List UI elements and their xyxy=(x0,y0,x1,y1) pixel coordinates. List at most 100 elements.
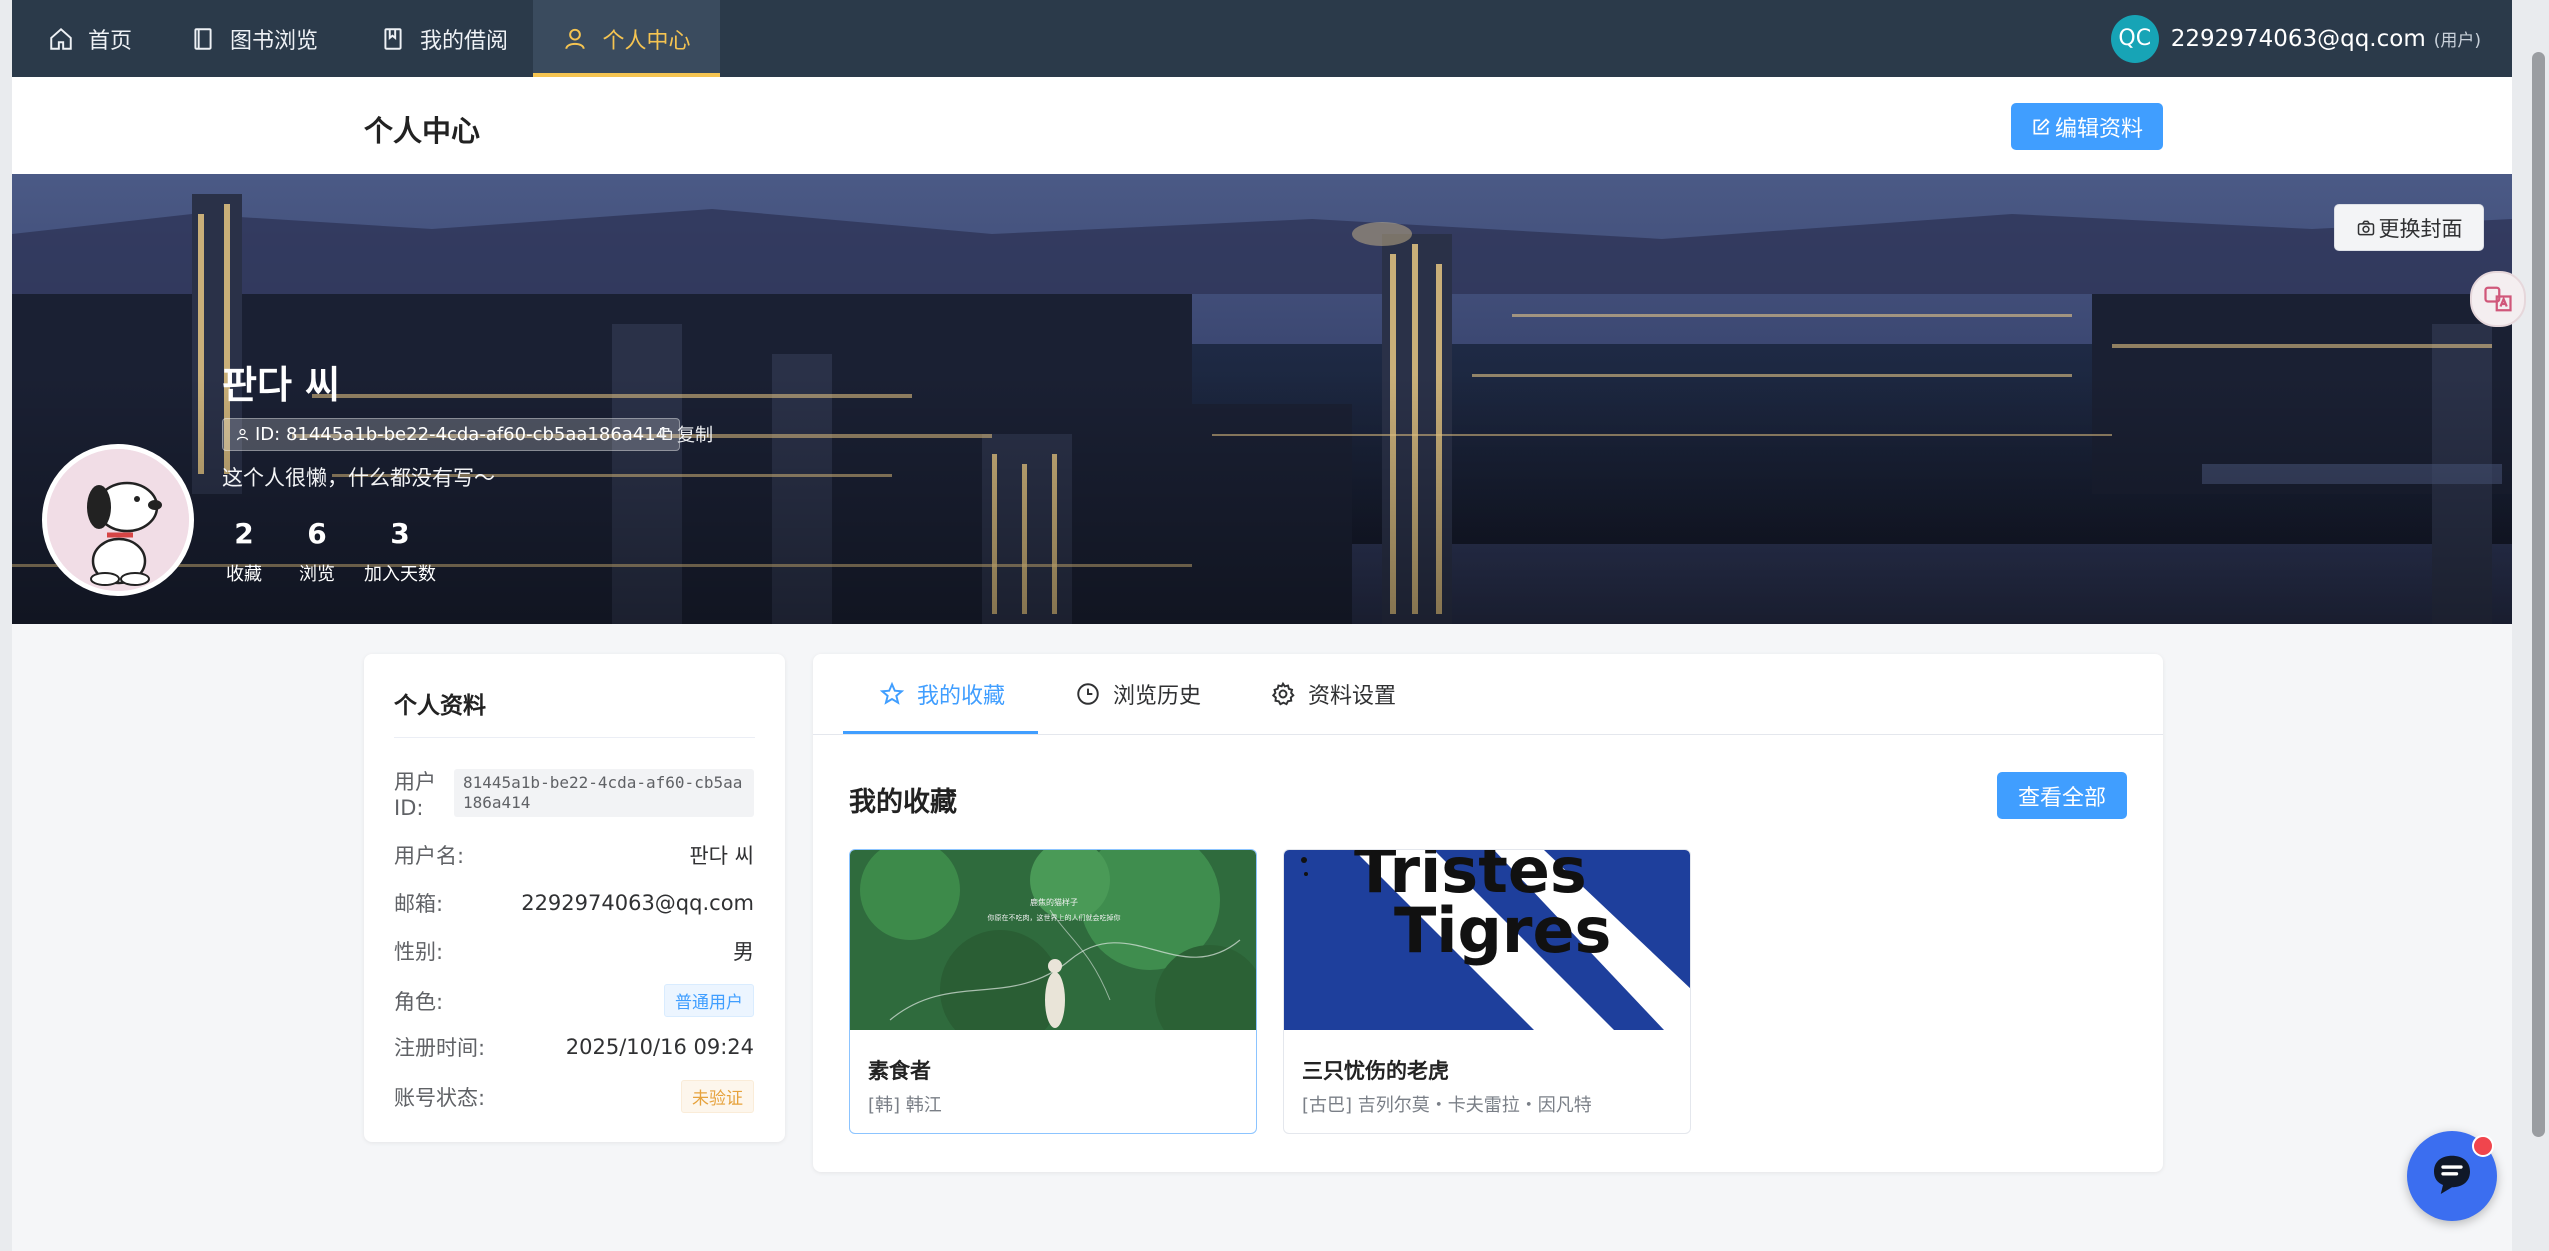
tab-favorites[interactable]: 我的收藏 xyxy=(879,654,1005,734)
tab-history-label: 浏览历史 xyxy=(1113,684,1202,709)
tab-settings-label: 资料设置 xyxy=(1308,684,1397,709)
row-gender: 性别: 男 xyxy=(394,936,754,966)
edit-profile-label: 编辑资料 xyxy=(2054,116,2143,142)
book-cover-line-1: 鹿焦的猫样子 xyxy=(1030,897,1078,907)
nav-label-borrows: 我的借阅 xyxy=(420,28,509,54)
user-id-text: ID: 81445a1b-be22-4cda-af60-cb5aa186a414 xyxy=(255,424,668,445)
stat-favorites-label: 收藏 xyxy=(226,564,262,585)
book-card[interactable]: Tristes Tigres 三只忧伤的老虎 [古巴] 吉列尔莫・卡夫雷拉・因凡… xyxy=(1283,849,1691,1134)
book-title: 三只忧伤的老虎 xyxy=(1302,1059,1449,1083)
book-card[interactable]: 鹿焦的猫样子 你原在不吃肉，这世界上的人们就会吃掉你 素食者 [韩] 韩江 xyxy=(849,849,1257,1134)
nav-item-home[interactable]: 首页 xyxy=(48,0,132,77)
label-email: 邮箱: xyxy=(394,892,444,916)
stat-views: 6 浏览 xyxy=(295,514,339,590)
snoopy-avatar-image xyxy=(47,449,189,591)
notification-dot xyxy=(2472,1135,2494,1157)
nav-label-profile: 个人中心 xyxy=(602,28,691,54)
stat-favorites-value: 2 xyxy=(234,517,254,550)
value-user-id: 81445a1b-be22-4cda-af60-cb5aa186a414 xyxy=(454,769,754,817)
tab-bar: 我的收藏 浏览历史 资料设置 xyxy=(813,654,2163,735)
row-account-status: 账号状态: 未验证 xyxy=(394,1080,754,1113)
user-role: (用户) xyxy=(2433,31,2481,51)
profile-avatar[interactable] xyxy=(42,444,194,596)
row-role: 角色: 普通用户 xyxy=(394,984,754,1017)
change-cover-button[interactable]: 更换封面 xyxy=(2334,204,2484,251)
tristes-tigres-cover-art: Tristes Tigres xyxy=(1284,850,1690,1030)
display-name: 판다 씨 xyxy=(222,363,341,407)
book-title: 素食者 xyxy=(868,1059,931,1083)
row-register-time: 注册时间: 2025/10/16 09:24 xyxy=(394,1032,754,1062)
nav-label-home: 首页 xyxy=(88,28,133,54)
change-cover-label: 更换封面 xyxy=(2378,216,2463,241)
page-header: 个人中心 编辑资料 xyxy=(12,77,2512,174)
nav-label-books: 图书浏览 xyxy=(230,28,319,54)
stat-days: 3 加入天数 xyxy=(362,514,438,590)
nav-item-profile[interactable]: 个人中心 xyxy=(533,0,720,77)
top-nav: 首页 图书浏览 我的借阅 个人中心 QC 2292974063@qq.com (… xyxy=(12,0,2512,77)
copy-id-button[interactable]: 复制 xyxy=(658,420,713,448)
view-all-button[interactable]: 查看全部 xyxy=(1997,772,2127,819)
book-icon xyxy=(194,27,212,50)
bookmark-icon xyxy=(384,27,402,50)
profile-info-card: 个人资料 用户ID: 81445a1b-be22-4cda-af60-cb5aa… xyxy=(364,654,785,1142)
camera-icon xyxy=(2357,220,2374,235)
translate-icon xyxy=(2484,286,2512,312)
user-avatar: QC xyxy=(2110,14,2159,63)
stat-views-label: 浏览 xyxy=(299,564,335,585)
tab-settings[interactable]: 资料设置 xyxy=(1270,654,1396,734)
label-account-status: 账号状态: xyxy=(394,1085,486,1110)
app-root: 首页 图书浏览 我的借阅 个人中心 QC 2292974063@qq.com (… xyxy=(12,0,2512,1251)
vegetarian-cover-art: 鹿焦的猫样子 你原在不吃肉，这世界上的人们就会吃掉你 xyxy=(850,850,1256,1030)
gear-icon xyxy=(1271,681,1295,706)
stat-views-value: 6 xyxy=(307,517,327,550)
book-cover-image: Tristes Tigres xyxy=(1284,850,1690,1030)
scrollbar-thumb[interactable] xyxy=(2532,52,2545,1137)
tab-active-indicator xyxy=(843,731,1038,734)
label-user-id: 用户ID: xyxy=(394,770,436,820)
nav-item-books[interactable]: 图书浏览 xyxy=(190,0,318,77)
user-email: 2292974063@qq.com xyxy=(2170,25,2426,52)
stat-favorites: 2 收藏 xyxy=(222,514,266,590)
book-author: [古巴] 吉列尔莫・卡夫雷拉・因凡特 xyxy=(1302,1095,1592,1116)
book-author: [韩] 韩江 xyxy=(868,1095,942,1116)
label-gender: 性别: xyxy=(394,940,444,964)
status-badge: 未验证 xyxy=(681,1080,754,1113)
edit-profile-button[interactable]: 编辑资料 xyxy=(2011,103,2163,150)
user-icon xyxy=(565,28,586,49)
label-register-time: 注册时间: xyxy=(394,1036,486,1060)
book-cover-image: 鹿焦的猫样子 你原在不吃肉，这世界上的人们就会吃掉你 xyxy=(850,850,1256,1030)
tab-favorites-label: 我的收藏 xyxy=(917,684,1006,709)
row-email: 邮箱: 2292974063@qq.com xyxy=(394,888,754,918)
tab-history[interactable]: 浏览历史 xyxy=(1075,654,1201,734)
role-badge: 普通用户 xyxy=(664,984,754,1017)
copy-icon xyxy=(660,428,672,440)
value-email: 2292974063@qq.com xyxy=(521,891,754,915)
star-icon xyxy=(879,681,905,705)
user-small-icon xyxy=(236,428,249,441)
stat-days-label: 加入天数 xyxy=(364,564,436,585)
view-all-label: 查看全部 xyxy=(2017,785,2106,811)
user-menu[interactable]: QC 2292974063@qq.com (用户) xyxy=(2110,0,2481,77)
book-cover-line-2: Tigres xyxy=(1394,894,1611,967)
label-role: 角色: xyxy=(394,989,444,1014)
translate-button[interactable] xyxy=(2470,271,2526,327)
profile-info-title: 个人资料 xyxy=(394,693,486,719)
stat-days-value: 3 xyxy=(390,517,410,550)
value-username: 판다 씨 xyxy=(689,844,754,868)
tabs-card: 我的收藏 浏览历史 资料设置 我的收藏 查看全部 鹿焦的猫样子 你原在不吃肉，这… xyxy=(813,654,2163,1172)
book-cover-line-2: 你原在不吃肉，这世界上的人们就会吃掉你 xyxy=(988,913,1121,922)
card-divider xyxy=(394,737,755,738)
user-bio: 这个人很懒，什么都没有写～ xyxy=(222,466,495,490)
value-gender: 男 xyxy=(733,940,754,964)
page-title: 个人中心 xyxy=(364,114,481,148)
user-id-chip: ID: 81445a1b-be22-4cda-af60-cb5aa186a414 xyxy=(222,418,681,451)
value-register-time: 2025/10/16 09:24 xyxy=(565,1035,754,1059)
clock-icon xyxy=(1077,683,1099,705)
chat-assistant-icon xyxy=(2434,1155,2470,1194)
home-icon xyxy=(50,27,72,50)
nav-item-borrows[interactable]: 我的借阅 xyxy=(380,0,508,77)
row-username: 用户名: 판다 씨 xyxy=(394,840,754,870)
edit-icon xyxy=(2033,117,2050,134)
favorites-title: 我的收藏 xyxy=(849,787,957,818)
profile-cover: 更换封面 판다 씨 ID: 81445a1b-be22-4cda-af60-cb… xyxy=(12,174,2512,624)
